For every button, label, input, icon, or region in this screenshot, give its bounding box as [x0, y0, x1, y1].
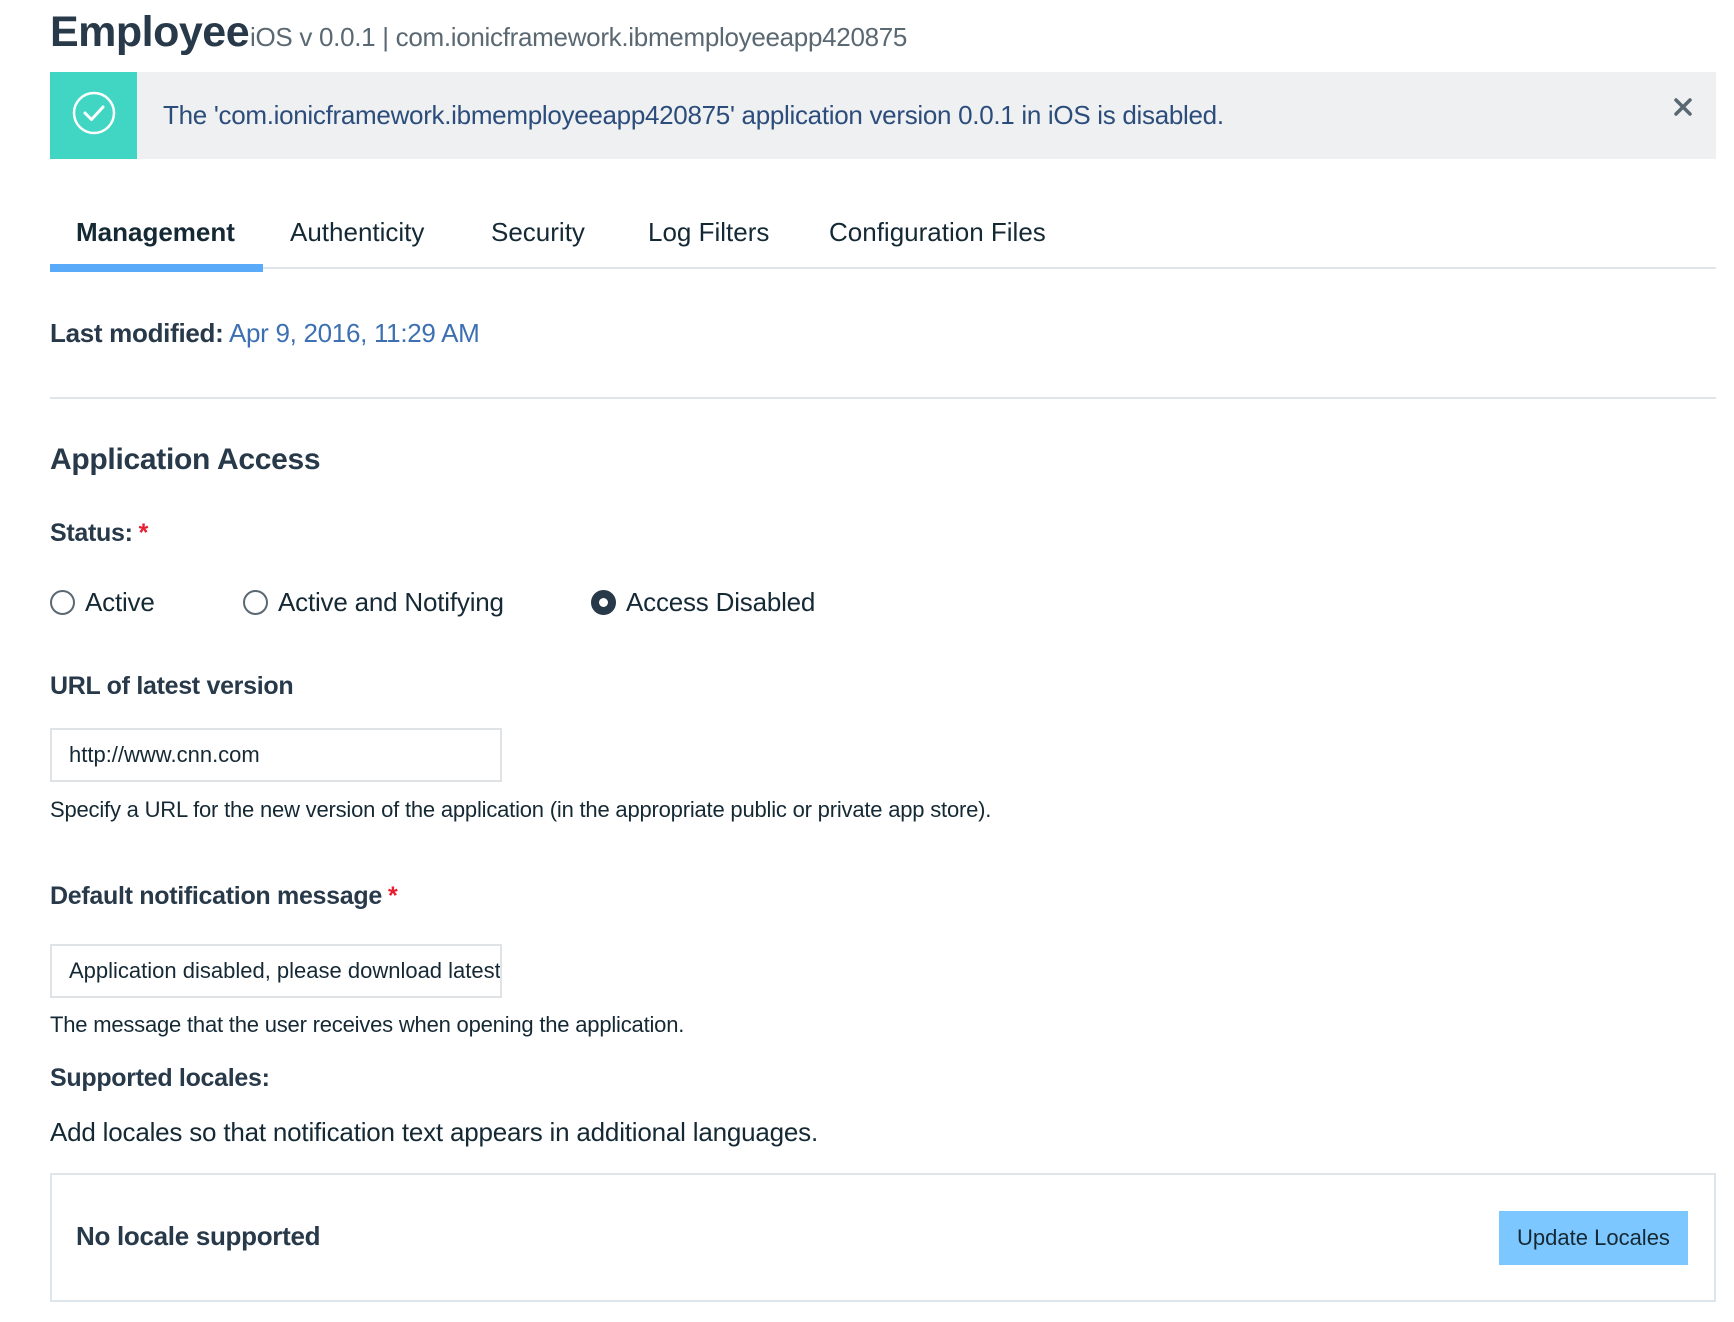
update-locales-button[interactable]: Update Locales [1499, 1211, 1688, 1265]
last-modified-label: Last modified: [50, 318, 224, 348]
last-modified-value: Apr 9, 2016, 11:29 AM [223, 318, 480, 348]
radio-unchecked-icon [50, 589, 75, 615]
radio-label: Active [85, 586, 155, 617]
url-input[interactable]: http://www.cnn.com [50, 728, 502, 782]
notification-icon-box [50, 72, 137, 159]
status-radio-active-notifying[interactable]: Active and Notifying [243, 584, 504, 620]
locales-panel: No locale supported Update Locales [50, 1173, 1716, 1302]
tab-configuration-files[interactable]: Configuration Files [829, 200, 1046, 270]
active-tab-indicator [50, 264, 263, 272]
required-marker: * [387, 882, 398, 910]
radio-label: Access Disabled [626, 586, 816, 617]
radio-checked-icon [591, 589, 616, 615]
status-radio-access-disabled[interactable]: Access Disabled [591, 584, 815, 620]
required-marker: * [138, 519, 149, 547]
radio-unchecked-icon [243, 589, 268, 615]
status-label-text: Status: [50, 519, 133, 547]
tab-authenticity[interactable]: Authenticity [290, 200, 424, 270]
tab-log-filters[interactable]: Log Filters [648, 200, 769, 270]
close-icon[interactable] [1666, 90, 1700, 124]
url-label: URL of latest version [50, 672, 294, 700]
notification-message: The 'com.ionicframework.ibmemployeeapp42… [163, 100, 1224, 130]
status-label: Status: * [50, 519, 148, 548]
radio-label: Active and Notifying [278, 586, 504, 617]
tab-security[interactable]: Security [491, 200, 585, 270]
section-title: Application Access [50, 443, 321, 476]
page-title: Employee [50, 8, 250, 56]
success-notification: The 'com.ionicframework.ibmemployeeapp42… [50, 72, 1716, 159]
app-management-page: Employee iOS v 0.0.1 | com.ionicframewor… [0, 0, 1734, 1322]
last-modified: Last modified: Apr 9, 2016, 11:29 AM [50, 318, 480, 349]
app-version-subtitle: iOS v 0.0.1 | com.ionicframework.ibmempl… [250, 22, 908, 52]
url-help-text: Specify a URL for the new version of the… [50, 797, 992, 822]
notification-message-input[interactable]: Application disabled, please download la… [50, 944, 502, 998]
no-locale-text: No locale supported [76, 1221, 321, 1251]
tab-management[interactable]: Management [76, 200, 235, 270]
locales-label: Supported locales: [50, 1064, 270, 1092]
locales-help-text: Add locales so that notification text ap… [50, 1117, 818, 1147]
message-label: Default notification message * [50, 882, 398, 911]
section-divider [50, 397, 1716, 399]
status-radio-active[interactable]: Active [50, 584, 155, 620]
message-help-text: The message that the user receives when … [50, 1012, 685, 1037]
check-circle-icon [71, 90, 117, 141]
message-label-text: Default notification message [50, 882, 382, 910]
